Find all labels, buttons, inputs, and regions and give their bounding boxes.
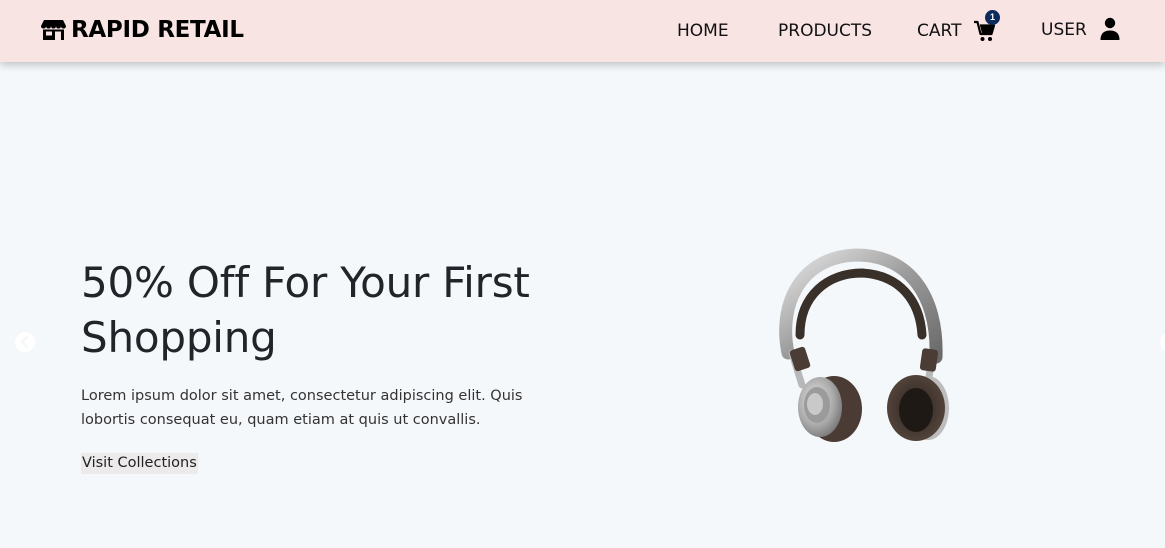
nav-cart-link[interactable]: CART xyxy=(917,20,961,42)
hero-description: Lorem ipsum dolor sit amet, consectetur … xyxy=(81,388,523,428)
store-icon xyxy=(41,20,66,40)
user-icon[interactable] xyxy=(1099,17,1121,41)
carousel-next-icon[interactable] xyxy=(1159,331,1165,353)
hero-title: 50% Off For Your First Shopping xyxy=(81,258,530,362)
navbar: RAPID RETAIL HOME PRODUCTS CART 1 USER xyxy=(0,0,1165,62)
nav-user-link[interactable]: USER xyxy=(1041,19,1087,41)
cart-count-badge: 1 xyxy=(985,10,1000,25)
brand-name: RAPID RETAIL xyxy=(71,17,244,43)
nav-products-link[interactable]: PRODUCTS xyxy=(778,20,872,42)
visit-collections-button[interactable]: Visit Collections xyxy=(81,453,198,474)
brand-logo[interactable]: RAPID RETAIL xyxy=(41,16,244,44)
carousel-prev-icon[interactable] xyxy=(14,331,36,353)
headphones-image xyxy=(779,248,949,442)
nav-home-link[interactable]: HOME xyxy=(677,20,729,42)
